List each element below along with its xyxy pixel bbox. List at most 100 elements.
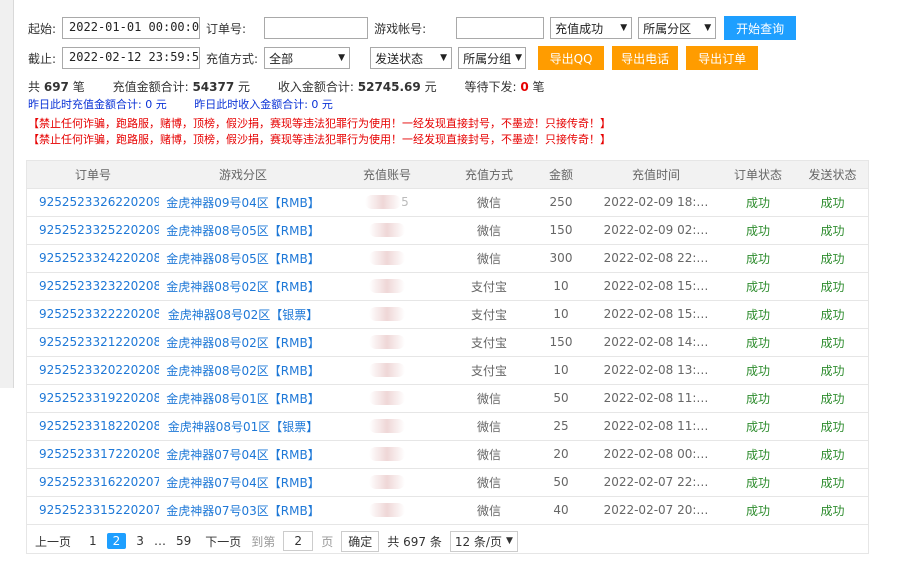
game-account-input[interactable] — [456, 17, 545, 39]
header-account[interactable]: 充值账号 — [327, 161, 447, 189]
send-status-cell: 成功 — [795, 188, 868, 217]
page-ellipsis: … — [153, 534, 166, 548]
order-number-input[interactable] — [264, 17, 369, 39]
method-cell: 支付宝 — [447, 300, 531, 329]
order-number-cell[interactable]: 9252523315220207… — [27, 496, 159, 525]
send-status-value: 发送状态 — [375, 51, 424, 66]
method-cell: 微信 — [447, 412, 531, 441]
header-send-status[interactable]: 发送状态 — [795, 161, 868, 189]
send-status-cell: 成功 — [795, 300, 868, 329]
table-row[interactable]: 9252523318220208…金虎神器08号01区【银票】 微信252022-… — [27, 412, 868, 441]
table-row[interactable]: 9252523323220208…金虎神器08号02区【RMB】 支付宝10202… — [27, 272, 868, 301]
redacted-account-blur — [369, 391, 405, 406]
chevron-down-icon: ▼ — [515, 53, 523, 63]
amount-cell: 250 — [531, 188, 591, 217]
send-status-select[interactable]: 发送状态 ▼ — [370, 47, 453, 69]
income-total-value: 52745.69 — [357, 80, 421, 94]
zone-select[interactable]: 所属分区 ▼ — [638, 17, 717, 39]
order-number-cell[interactable]: 9252523326220209… — [27, 188, 159, 217]
next-page-link[interactable]: 下一页 — [205, 533, 241, 550]
method-cell: 微信 — [447, 468, 531, 497]
amount-cell: 150 — [531, 216, 591, 245]
start-label: 起始: — [28, 21, 57, 36]
order-status-cell: 成功 — [721, 356, 795, 385]
start-query-button[interactable]: 开始查询 — [724, 16, 797, 40]
table-row[interactable]: 9252523326220209…金虎神器09号04区【RMB】 5 微信25020… — [27, 188, 868, 217]
yesterday-stats: 昨日此时充值金额合计: 0 元 昨日此时收入金额合计: 0 元 — [28, 96, 333, 112]
time-cell: 2022-02-09 18:… — [591, 188, 721, 217]
method-cell: 微信 — [447, 496, 531, 525]
recharge-method-select[interactable]: 全部 ▼ — [264, 47, 351, 69]
account-cell — [327, 384, 447, 413]
page-link-1[interactable]: 1 — [89, 534, 97, 548]
game-zone-cell: 金虎神器08号01区【银票】 — [159, 412, 327, 441]
table-header-row: 订单号 游戏分区 充值账号 充值方式 金额 充值时间 订单状态 发送状态 — [27, 161, 868, 189]
summary-stats: 共 697 笔 充值金额合计: 54377 元 收入金额合计: 52745.69… — [28, 78, 545, 95]
header-order-number[interactable]: 订单号 — [27, 161, 159, 189]
game-zone-cell: 金虎神器08号01区【RMB】 — [159, 384, 327, 413]
table-row[interactable]: 9252523316220207…金虎神器07号04区【RMB】 微信502022… — [27, 468, 868, 497]
time-cell: 2022-02-07 20:… — [591, 496, 721, 525]
order-number-cell[interactable]: 9252523317220208… — [27, 440, 159, 469]
order-number-cell[interactable]: 9252523321220208… — [27, 328, 159, 357]
amount-cell: 50 — [531, 468, 591, 497]
end-label: 截止: — [28, 51, 57, 66]
export-qq-button[interactable]: 导出QQ — [538, 46, 605, 70]
redacted-account-blur — [369, 503, 405, 518]
game-zone-cell: 金虎神器07号04区【RMB】 — [159, 468, 327, 497]
order-status-cell: 成功 — [721, 300, 795, 329]
total-records: 共 697 条 — [387, 534, 442, 549]
table-row[interactable]: 9252523322220208…金虎神器08号02区【银票】 支付宝102022… — [27, 300, 868, 329]
table-row[interactable]: 9252523324220208…金虎神器08号05区【RMB】 微信300202… — [27, 244, 868, 273]
header-amount[interactable]: 金额 — [531, 161, 591, 189]
redacted-account-blur — [369, 251, 405, 266]
method-cell: 微信 — [447, 244, 531, 273]
chevron-down-icon: ▼ — [505, 536, 513, 546]
order-number-cell[interactable]: 9252523316220207… — [27, 468, 159, 497]
prev-page-link[interactable]: 上一页 — [35, 533, 71, 550]
game-zone-cell: 金虎神器08号02区【RMB】 — [159, 272, 327, 301]
orders-table: 订单号 游戏分区 充值账号 充值方式 金额 充值时间 订单状态 发送状态 925… — [27, 161, 868, 525]
recharge-status-select[interactable]: 充值成功 ▼ — [550, 17, 633, 39]
order-number-cell[interactable]: 9252523319220208… — [27, 384, 159, 413]
header-method[interactable]: 充值方式 — [447, 161, 531, 189]
order-number-cell[interactable]: 9252523324220208… — [27, 244, 159, 273]
order-number-cell[interactable]: 9252523320220208… — [27, 356, 159, 385]
amount-cell: 50 — [531, 384, 591, 413]
game-zone-cell: 金虎神器08号02区【RMB】 — [159, 356, 327, 385]
order-number-cell[interactable]: 9252523323220208… — [27, 272, 159, 301]
page-link-last[interactable]: 59 — [176, 534, 191, 548]
game-zone-cell: 金虎神器07号03区【RMB】 — [159, 496, 327, 525]
account-cell — [327, 216, 447, 245]
goto-page-input[interactable]: 2 — [283, 531, 314, 551]
start-time-input[interactable]: 2022-01-01 00:00:0 — [62, 17, 201, 39]
warning-notice-1: 【禁止任何诈骗，跑路服，赌博，顶榜，假沙捐，赛现等违法犯罪行为使用！一经发现直接… — [28, 117, 611, 130]
page-link-3[interactable]: 3 — [136, 534, 144, 548]
order-number-cell[interactable]: 9252523322220208… — [27, 300, 159, 329]
game-zone-cell: 金虎神器08号05区【RMB】 — [159, 216, 327, 245]
end-time-input[interactable]: 2022-02-12 23:59:5 — [62, 47, 201, 69]
goto-label: 到第 — [251, 534, 276, 549]
table-row[interactable]: 9252523319220208…金虎神器08号01区【RMB】 微信502022… — [27, 384, 868, 413]
total-count: 697 — [43, 80, 69, 94]
header-game-zone[interactable]: 游戏分区 — [159, 161, 327, 189]
table-row[interactable]: 9252523325220209…金虎神器08号05区【RMB】 微信150202… — [27, 216, 868, 245]
table-row[interactable]: 9252523317220208…金虎神器07号04区【RMB】 微信202022… — [27, 440, 868, 469]
export-order-button[interactable]: 导出订单 — [686, 46, 759, 70]
per-page-select[interactable]: 12 条/页 ▼ — [449, 530, 518, 552]
method-cell: 微信 — [447, 384, 531, 413]
group-select[interactable]: 所属分组 ▼ — [458, 47, 527, 69]
header-time[interactable]: 充值时间 — [591, 161, 721, 189]
export-phone-button[interactable]: 导出电话 — [612, 46, 679, 70]
account-cell — [327, 412, 447, 441]
table-row[interactable]: 9252523315220207…金虎神器07号03区【RMB】 微信402022… — [27, 496, 868, 525]
page-link-current[interactable]: 2 — [106, 533, 127, 549]
order-number-cell[interactable]: 9252523318220208… — [27, 412, 159, 441]
goto-confirm-button[interactable]: 确定 — [341, 530, 380, 552]
method-label: 充值方式: — [206, 51, 259, 66]
amount-cell: 10 — [531, 300, 591, 329]
table-row[interactable]: 9252523321220208…金虎神器08号02区【RMB】 支付宝15020… — [27, 328, 868, 357]
table-row[interactable]: 9252523320220208…金虎神器08号02区【RMB】 支付宝10202… — [27, 356, 868, 385]
order-number-cell[interactable]: 9252523325220209… — [27, 216, 159, 245]
header-order-status[interactable]: 订单状态 — [721, 161, 795, 189]
